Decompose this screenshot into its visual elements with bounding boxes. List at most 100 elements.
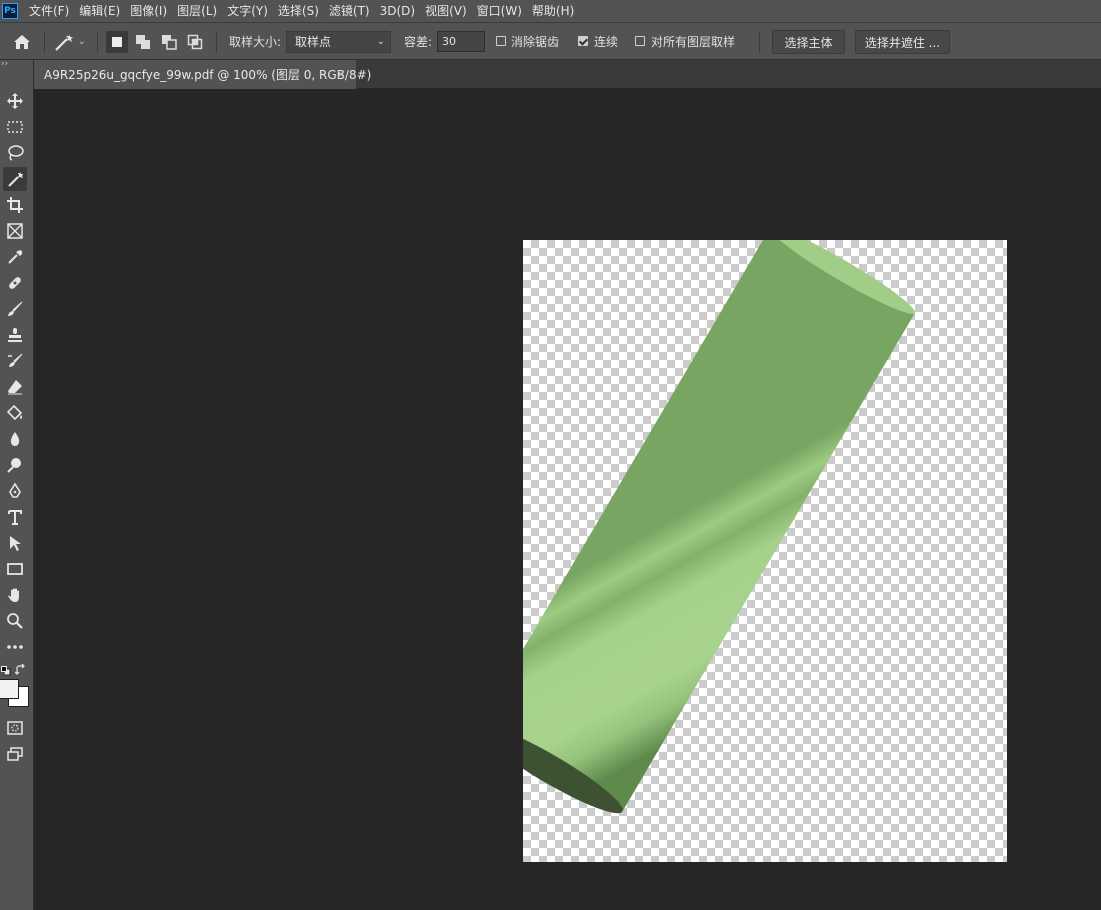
stamp-icon: [8, 328, 22, 342]
quick-select-icon: [8, 172, 23, 187]
menu-item[interactable]: 视图(V): [420, 0, 472, 22]
edit-toolbar-button[interactable]: [3, 635, 27, 659]
sample-all-layers-checkbox[interactable]: [635, 36, 645, 46]
cylinder-image: [523, 240, 916, 814]
subtract-selection-icon: [162, 35, 177, 50]
swap-colors-button[interactable]: [14, 663, 27, 676]
menu-item[interactable]: 3D(D): [375, 0, 420, 22]
move-icon: [7, 93, 23, 109]
menu-item[interactable]: 文字(Y): [222, 0, 273, 22]
path-select-icon: [10, 536, 21, 551]
crop-icon: [7, 197, 23, 213]
healing-brush-icon: [9, 277, 21, 289]
pen-tool[interactable]: [3, 479, 27, 503]
intersect-selection-icon: [187, 34, 203, 50]
contiguous-checkbox[interactable]: [578, 36, 588, 46]
sample-size-select[interactable]: 取样点 ⌄: [286, 31, 391, 53]
lasso-tool[interactable]: [3, 141, 27, 165]
document-canvas[interactable]: [523, 240, 1007, 862]
type-tool[interactable]: [3, 505, 27, 529]
separator: [759, 31, 760, 53]
chevron-down-icon: ⌄: [78, 36, 86, 47]
brush-icon: [8, 301, 23, 316]
options-bar: ⌄ 取样大小: 取样点 ⌄ 容差: 30 消除锯齿 连续 对所有图层取样 选择主…: [0, 22, 1101, 60]
lasso-icon: [8, 145, 24, 161]
menu-item[interactable]: 图像(I): [125, 0, 172, 22]
dodge-tool[interactable]: [3, 453, 27, 477]
quick-mask-button[interactable]: [3, 716, 27, 740]
history-brush-tool[interactable]: [3, 349, 27, 373]
magic-wand-tool[interactable]: [3, 167, 27, 191]
zoom-icon: [7, 613, 23, 629]
blur-tool[interactable]: [3, 427, 27, 451]
clone-stamp-tool[interactable]: [3, 323, 27, 347]
separator: [216, 31, 217, 53]
subtract-selection-button[interactable]: [158, 31, 180, 53]
eraser-tool[interactable]: [3, 375, 27, 399]
history-brush-icon: [8, 353, 23, 367]
sample-size-value: 取样点: [295, 35, 332, 49]
marquee-icon: [7, 121, 23, 133]
type-icon: [8, 510, 22, 525]
anti-alias-checkbox[interactable]: [496, 36, 506, 46]
new-selection-icon: [112, 37, 122, 47]
foreground-color-swatch[interactable]: [0, 679, 19, 699]
tolerance-input[interactable]: 30: [437, 31, 485, 52]
photoshop-logo: Ps: [2, 3, 18, 19]
dodge-icon: [7, 458, 21, 473]
brush-tool[interactable]: [3, 297, 27, 321]
select-and-mask-button[interactable]: 选择并遮住 ...: [855, 30, 950, 54]
intersect-selection-button[interactable]: [184, 31, 206, 53]
menu-item[interactable]: 图层(L): [172, 0, 222, 22]
separator: [97, 31, 98, 53]
sample-size-label: 取样大小:: [229, 35, 282, 49]
home-button[interactable]: [8, 23, 36, 60]
paint-bucket-tool[interactable]: [3, 401, 27, 425]
rectangle-tool[interactable]: [3, 557, 27, 581]
eyedropper-tool[interactable]: [3, 245, 27, 269]
more-tools-icon: [7, 645, 23, 649]
separator: [44, 31, 45, 53]
healing-brush-tool[interactable]: [3, 271, 27, 295]
new-selection-button[interactable]: [106, 31, 128, 53]
menu-item[interactable]: 窗口(W): [472, 0, 527, 22]
add-selection-button[interactable]: [132, 31, 154, 53]
zoom-tool[interactable]: [3, 609, 27, 633]
menu-item[interactable]: 滤镜(T): [324, 0, 375, 22]
magic-wand-icon: [55, 33, 73, 51]
document-tab-bar: A9R25p26u_gqcfye_99w.pdf @ 100% (图层 0, R…: [34, 60, 1101, 89]
frame-icon: [7, 223, 23, 239]
tool-preset-picker[interactable]: ⌄: [52, 23, 90, 60]
rectangle-icon: [7, 563, 23, 575]
marquee-tool[interactable]: [3, 115, 27, 139]
menu-items: 文件(F) 编辑(E) 图像(I) 图层(L) 文字(Y) 选择(S) 滤镜(T) 3D(D)…: [24, 0, 579, 22]
contiguous-label: 连续: [594, 35, 619, 49]
add-selection-icon: [136, 35, 150, 49]
canvas-area[interactable]: [35, 89, 1101, 910]
menu-item[interactable]: 选择(S): [273, 0, 324, 22]
close-icon[interactable]: ×: [336, 67, 346, 81]
hand-tool[interactable]: [3, 583, 27, 607]
select-subject-button[interactable]: 选择主体: [772, 30, 845, 54]
menu-item[interactable]: 帮助(H): [527, 0, 579, 22]
quick-mask-icon: [7, 721, 23, 735]
move-tool[interactable]: [3, 89, 27, 113]
default-colors-button[interactable]: [1, 665, 11, 676]
sample-all-layers-label: 对所有图层取样: [651, 35, 736, 49]
document-tab[interactable]: A9R25p26u_gqcfye_99w.pdf @ 100% (图层 0, R…: [34, 60, 371, 89]
screen-mode-icon: [7, 747, 23, 761]
tolerance-label: 容差:: [404, 35, 433, 49]
frame-tool[interactable]: [3, 219, 27, 243]
home-icon: [14, 34, 30, 49]
screen-mode-button[interactable]: [3, 742, 27, 766]
chevron-down-icon: ⌄: [376, 36, 385, 47]
collapse-toggle-icon[interactable]: ››: [1, 60, 8, 69]
menu-bar: Ps 文件(F) 编辑(E) 图像(I) 图层(L) 文字(Y) 选择(S) 滤镜(T) 3D…: [0, 0, 1101, 22]
eyedropper-icon: [8, 250, 23, 264]
default-colors-icon: [1, 666, 11, 676]
tools-panel: ››: [0, 60, 34, 910]
path-selection-tool[interactable]: [3, 531, 27, 555]
crop-tool[interactable]: [3, 193, 27, 217]
menu-item[interactable]: 文件(F): [24, 0, 74, 22]
menu-item[interactable]: 编辑(E): [74, 0, 125, 22]
